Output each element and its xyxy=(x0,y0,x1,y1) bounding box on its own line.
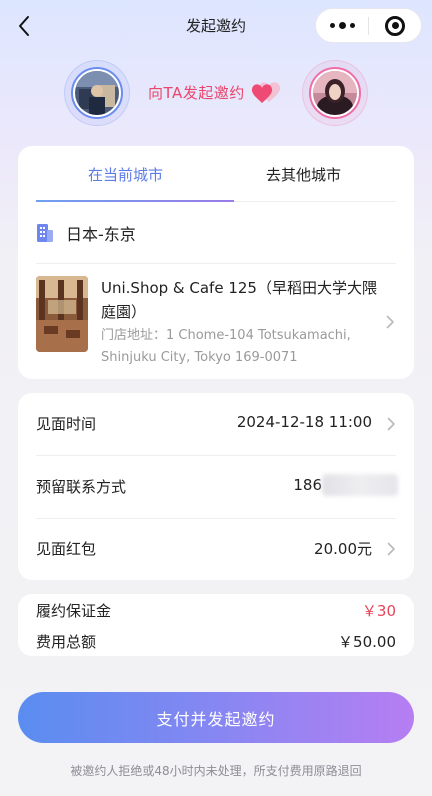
meet-time-value: 2024-12-18 11:00 xyxy=(236,413,372,431)
refund-notice: 被邀约人拒绝或48小时内未处理，所支付费用原路退回 xyxy=(70,764,362,778)
shop-address: 门店地址：1 Chome-104 Totsukamachi, Shinjuku … xyxy=(101,328,351,365)
close-mini-program-button[interactable] xyxy=(369,9,421,42)
details-card: 见面时间 2024-12-18 11:00 预留联系方式 186 见面红包 20… xyxy=(18,393,414,580)
chevron-right-icon[interactable] xyxy=(386,315,395,329)
tab-active-indicator xyxy=(36,200,234,202)
chevron-right-icon xyxy=(387,542,395,556)
pay-and-invite-button[interactable]: 支付并发起邀约 xyxy=(18,692,414,743)
mini-program-capsule xyxy=(315,8,422,43)
contact-row[interactable]: 预留联系方式 186 xyxy=(18,456,414,518)
redpacket-label: 见面红包 xyxy=(36,540,97,558)
city-divider xyxy=(36,263,396,264)
deposit-label: 履约保证金 xyxy=(36,602,112,620)
location-card: 在当前城市 去其他城市 日本-东京 Uni.Shop & Cafe 125（早稻… xyxy=(18,146,414,379)
heart-icon xyxy=(249,80,283,110)
chevron-right-icon xyxy=(387,417,395,431)
building-icon xyxy=(37,224,53,242)
city-row: 日本-东京 xyxy=(36,218,136,248)
deposit-value: ￥30 xyxy=(361,602,396,620)
meet-time-row[interactable]: 见面时间 2024-12-18 11:00 xyxy=(18,393,414,455)
redpacket-value: 20.00元 xyxy=(314,540,372,558)
total-value: ￥50.00 xyxy=(338,633,396,651)
meet-time-label: 见面时间 xyxy=(36,415,97,433)
inviter-avatar xyxy=(75,71,119,115)
shop-thumbnail xyxy=(36,276,88,352)
shop-name[interactable]: Uni.Shop & Cafe 125（早稻田大学大隈庭園） xyxy=(101,276,391,324)
fee-card: 履约保证金 ￥30 费用总额 ￥50.00 xyxy=(18,594,414,656)
city-tabs: 在当前城市 去其他城市 xyxy=(18,146,414,202)
invite-label: 向TA发起邀约 xyxy=(148,84,245,102)
contact-value: 186 xyxy=(293,476,322,494)
tab-current-city[interactable]: 在当前城市 xyxy=(88,164,163,185)
contact-label: 预留联系方式 xyxy=(36,478,127,496)
phone-number-blur xyxy=(322,474,398,496)
more-button[interactable] xyxy=(316,9,368,42)
redpacket-row[interactable]: 见面红包 20.00元 xyxy=(18,518,414,580)
navigation-bar: 发起邀约 xyxy=(0,0,432,52)
invite-header: 向TA发起邀约 xyxy=(0,60,432,126)
tab-other-city[interactable]: 去其他城市 xyxy=(266,164,341,185)
more-dots-icon xyxy=(329,22,355,29)
city-name: 日本-东京 xyxy=(66,225,136,244)
target-icon xyxy=(385,15,405,36)
invitee-avatar xyxy=(313,71,357,115)
total-label: 费用总额 xyxy=(36,633,97,651)
